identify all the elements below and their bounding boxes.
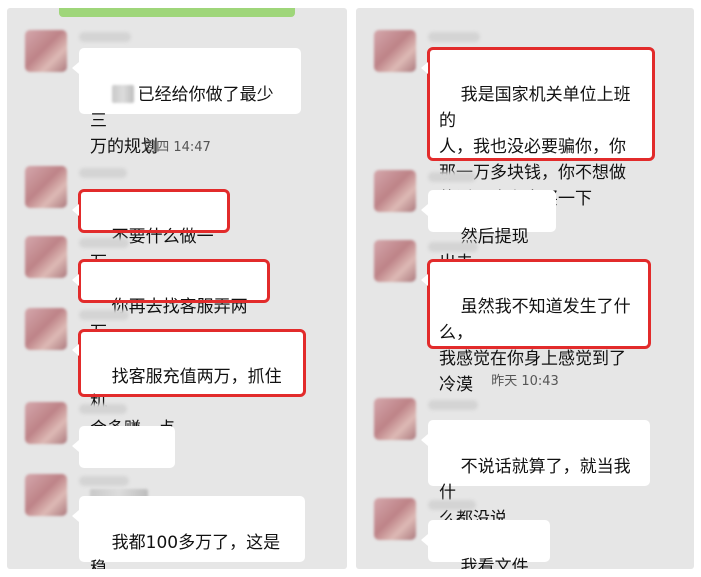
avatar[interactable]	[25, 236, 67, 278]
sender-name	[79, 168, 127, 178]
sender-name	[79, 404, 127, 414]
message-bubble-5[interactable]: 我看文件去了	[421, 520, 550, 569]
avatar[interactable]	[374, 498, 416, 540]
avatar[interactable]	[25, 30, 67, 72]
sender-name	[428, 400, 478, 410]
message-bubble-2[interactable]: 然后提现出去	[421, 190, 556, 273]
avatar[interactable]	[374, 398, 416, 440]
avatar[interactable]	[25, 474, 67, 516]
avatar[interactable]	[374, 170, 416, 212]
message-bubble-2[interactable]: 不要什么做一万	[72, 189, 230, 273]
avatar[interactable]	[374, 240, 416, 282]
avatar[interactable]	[25, 308, 67, 350]
left-chat-screenshot: 已经给你做了最少三 万的规划 周四 14:47 不要什么做一万 你再去找客服弄两…	[7, 8, 347, 569]
sender-name	[79, 476, 129, 486]
avatar[interactable]	[374, 30, 416, 72]
avatar[interactable]	[25, 166, 67, 208]
message-bubble-4[interactable]: 找客服充值两万，抓住机 会多赚一点	[72, 329, 306, 439]
message-bubble-4[interactable]: 不说话就算了，就当我什 么都没说	[421, 420, 650, 529]
message-bubble-5[interactable]: 的	[72, 426, 175, 535]
message-bubble-6[interactable]: 我都100多万了，这是稳 稳的，没问题的	[72, 496, 305, 569]
sender-name	[428, 172, 476, 182]
right-chat-screenshot: 我是国家机关单位上班的 人，我也没必要骗你，你 那一万多块钱，你不想做 的话，晚…	[356, 8, 694, 569]
message-bubble-1[interactable]: 已经给你做了最少三 万的规划	[72, 48, 301, 157]
message-text-5: 我看文件去了	[460, 557, 529, 569]
timestamp: 昨天 10:43	[491, 374, 559, 389]
sender-name	[428, 242, 478, 252]
top-green-bar	[59, 8, 295, 17]
sender-name	[79, 32, 131, 42]
timestamp: 周四 14:47	[143, 140, 211, 155]
message-text-6: 我都100多万了，这是稳 稳的，没问题的	[90, 533, 281, 569]
sender-name	[428, 32, 480, 42]
sender-name	[79, 310, 129, 320]
message-bubble-3[interactable]: 虽然我不知道发生了什么， 我感觉在你身上感觉到了 冷漠	[421, 259, 651, 395]
divider	[349, 0, 354, 577]
avatar[interactable]	[25, 402, 67, 444]
message-bubble-3[interactable]: 你再去找客服弄两万	[72, 259, 270, 343]
message-text-4: 不说话就算了，就当我什 么都没说	[439, 457, 631, 529]
message-bubble-1[interactable]: 我是国家机关单位上班的 人，我也没必要骗你，你 那一万多块钱，你不想做 的话，晚…	[421, 47, 655, 209]
redacted-text	[111, 85, 134, 103]
sender-name	[428, 500, 476, 510]
sender-name	[79, 238, 129, 248]
